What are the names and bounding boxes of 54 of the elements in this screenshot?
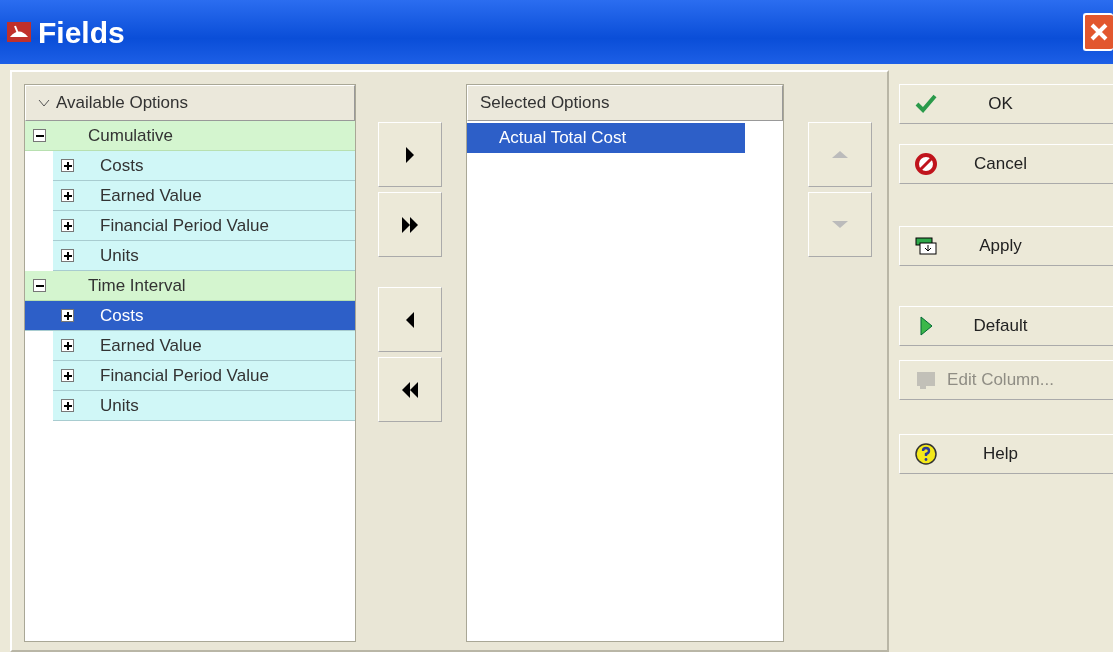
default-button[interactable]: Default [899, 306, 1113, 346]
tree-item-row[interactable]: Earned Value [53, 331, 355, 361]
chevron-icon [38, 99, 50, 107]
apply-button[interactable]: Apply [899, 226, 1113, 266]
app-icon [6, 20, 32, 44]
column-header[interactable]: Available Options [25, 85, 355, 121]
tree-item-row[interactable]: Units [53, 391, 355, 421]
tree-item-row[interactable]: Financial Period Value [53, 361, 355, 391]
collapse-toggle[interactable] [33, 279, 46, 292]
plus-icon [63, 371, 72, 380]
expand-toggle[interactable] [61, 219, 74, 232]
plus-icon [63, 161, 72, 170]
triangle-left-icon [406, 311, 414, 328]
cancel-button[interactable]: Cancel [899, 144, 1113, 184]
tree-item-row[interactable]: Costs [25, 301, 355, 331]
help-button[interactable]: Help [899, 434, 1113, 474]
column-header[interactable]: Selected Options [467, 85, 783, 121]
expand-toggle[interactable] [61, 309, 74, 322]
table-icon [914, 234, 938, 258]
expand-toggle[interactable] [61, 339, 74, 352]
double-triangle-left-icon [402, 381, 418, 398]
minus-icon [35, 284, 44, 287]
list-item[interactable]: Actual Total Cost [467, 123, 745, 153]
plus-icon [63, 401, 72, 410]
ok-button[interactable]: OK [899, 84, 1113, 124]
double-triangle-right-icon [402, 216, 418, 233]
plus-icon [63, 341, 72, 350]
expand-toggle[interactable] [61, 159, 74, 172]
tree-group-row[interactable]: Cumulative [25, 121, 355, 151]
triangle-up-icon [832, 151, 848, 158]
plus-icon [63, 191, 72, 200]
collapse-toggle[interactable] [33, 129, 46, 142]
add-all-button[interactable] [378, 192, 442, 257]
plus-icon [63, 311, 72, 320]
close-button[interactable] [1083, 13, 1113, 51]
question-icon [914, 442, 938, 466]
expand-toggle[interactable] [61, 249, 74, 262]
close-icon [1089, 22, 1109, 42]
triangle-right-icon [406, 146, 414, 163]
expand-toggle[interactable] [61, 369, 74, 382]
window-title: Fields [38, 14, 125, 51]
tree-item-row[interactable]: Financial Period Value [53, 211, 355, 241]
expand-toggle[interactable] [61, 189, 74, 202]
tree-item-row[interactable]: Units [53, 241, 355, 271]
expand-toggle[interactable] [61, 399, 74, 412]
remove-all-button[interactable] [378, 357, 442, 422]
plus-icon [63, 221, 72, 230]
tree-item-row[interactable]: Earned Value [53, 181, 355, 211]
minus-icon [35, 134, 44, 137]
tree-item-row[interactable]: Costs [53, 151, 355, 181]
plus-icon [63, 251, 72, 260]
tree-group-row[interactable]: Time Interval [25, 271, 355, 301]
triangle-down-icon [832, 221, 848, 228]
prohibition-icon [914, 152, 938, 176]
